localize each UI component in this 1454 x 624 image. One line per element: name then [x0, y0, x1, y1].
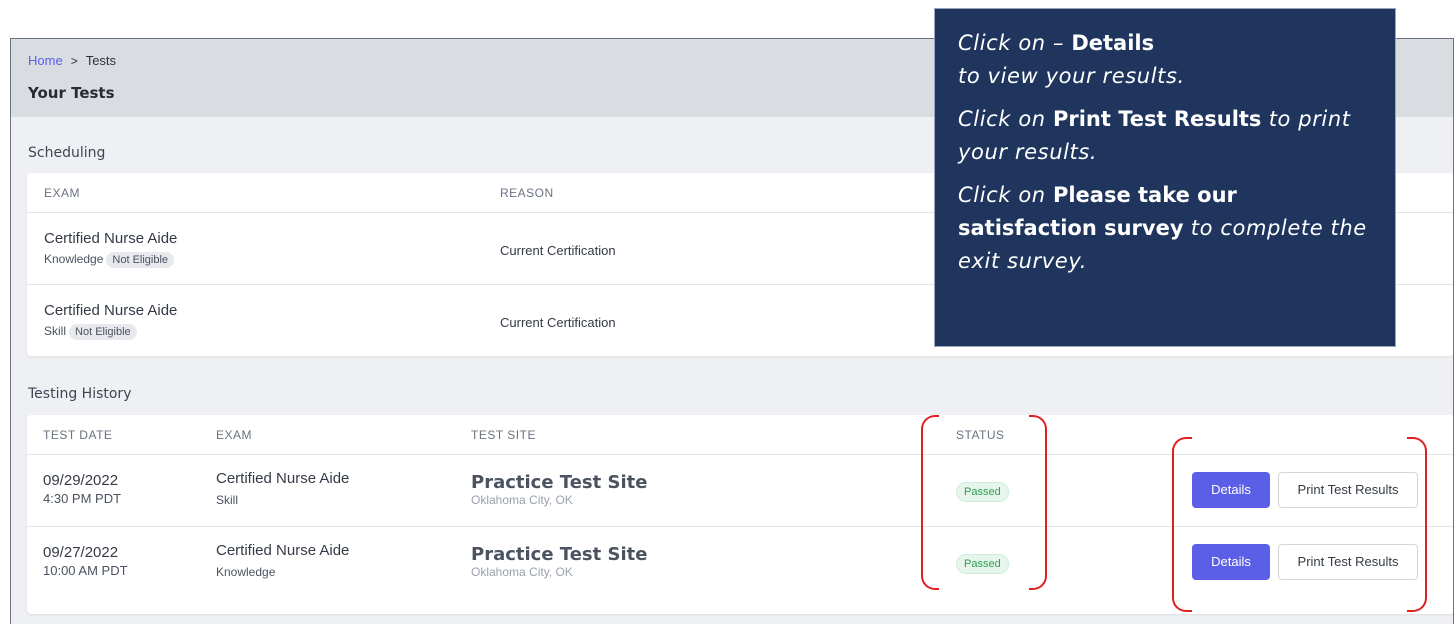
reason-text: Current Certification — [500, 315, 616, 330]
print-test-results-button[interactable]: Print Test Results — [1278, 544, 1418, 580]
exam-name: Certified Nurse Aide — [216, 542, 350, 559]
test-site-name: Practice Test Site — [471, 544, 648, 565]
scheduling-section-label: Scheduling — [28, 145, 106, 161]
column-header-exam: EXAM — [216, 428, 253, 442]
column-header-test-site: TEST SITE — [471, 428, 536, 442]
details-button[interactable]: Details — [1192, 472, 1270, 508]
details-button[interactable]: Details — [1192, 544, 1270, 580]
actions-bracket-left — [1172, 437, 1192, 612]
exam-type: Knowledge — [216, 565, 276, 579]
page-title: Your Tests — [28, 84, 115, 102]
test-date: 09/29/2022 — [43, 472, 119, 489]
callout-details-instruction: Click on – Details to view your results. — [958, 31, 1185, 88]
actions-bracket-right — [1407, 437, 1427, 612]
testing-history-section-label: Testing History — [28, 386, 132, 402]
breadcrumb-home-link[interactable]: Home — [28, 53, 63, 68]
print-test-results-button[interactable]: Print Test Results — [1278, 472, 1418, 508]
exam-type: Knowledge — [44, 252, 104, 266]
column-header-test-date: TEST DATE — [43, 428, 113, 442]
table-header: TEST DATE EXAM TEST SITE STATUS — [27, 415, 1453, 455]
status-badge: Passed — [956, 554, 1009, 574]
callout-print-instruction: Click on Print Test Results to print you… — [958, 107, 1351, 164]
test-date: 09/27/2022 — [43, 544, 119, 561]
status-badge: Passed — [956, 482, 1009, 502]
testing-history-table: TEST DATE EXAM TEST SITE STATUS 09/29/20… — [27, 415, 1453, 614]
exam-name: Certified Nurse Aide — [44, 302, 178, 319]
breadcrumb-current: Tests — [85, 53, 117, 68]
callout-survey-instruction: Click on Please take our satisfaction su… — [958, 183, 1367, 273]
status-bracket-right — [1029, 415, 1047, 590]
eligibility-badge: Not Eligible — [106, 252, 175, 268]
breadcrumb: Home > Tests — [28, 53, 116, 68]
instruction-callout: Click on – Details to view your results. … — [934, 8, 1396, 347]
exam-type: Skill — [216, 493, 239, 507]
breadcrumb-separator: > — [70, 54, 78, 68]
exam-type: Skill — [44, 324, 67, 338]
reason-text: Current Certification — [500, 243, 616, 258]
test-site-location: Oklahoma City, OK — [471, 565, 573, 579]
table-row: 09/27/2022 10:00 AM PDT Certified Nurse … — [27, 527, 1453, 599]
test-time: 4:30 PM PDT — [43, 491, 122, 506]
eligibility-badge: Not Eligible — [69, 324, 137, 340]
test-time: 10:00 AM PDT — [43, 563, 128, 578]
status-bracket-left — [921, 415, 939, 590]
column-header-status: STATUS — [956, 428, 1005, 442]
test-site-name: Practice Test Site — [471, 472, 648, 493]
exam-name: Certified Nurse Aide — [216, 470, 350, 487]
column-header-reason: REASON — [500, 186, 554, 200]
exam-name: Certified Nurse Aide — [44, 230, 178, 247]
table-row: 09/29/2022 4:30 PM PDT Certified Nurse A… — [27, 455, 1453, 527]
test-site-location: Oklahoma City, OK — [471, 493, 573, 507]
column-header-exam: EXAM — [44, 186, 81, 200]
